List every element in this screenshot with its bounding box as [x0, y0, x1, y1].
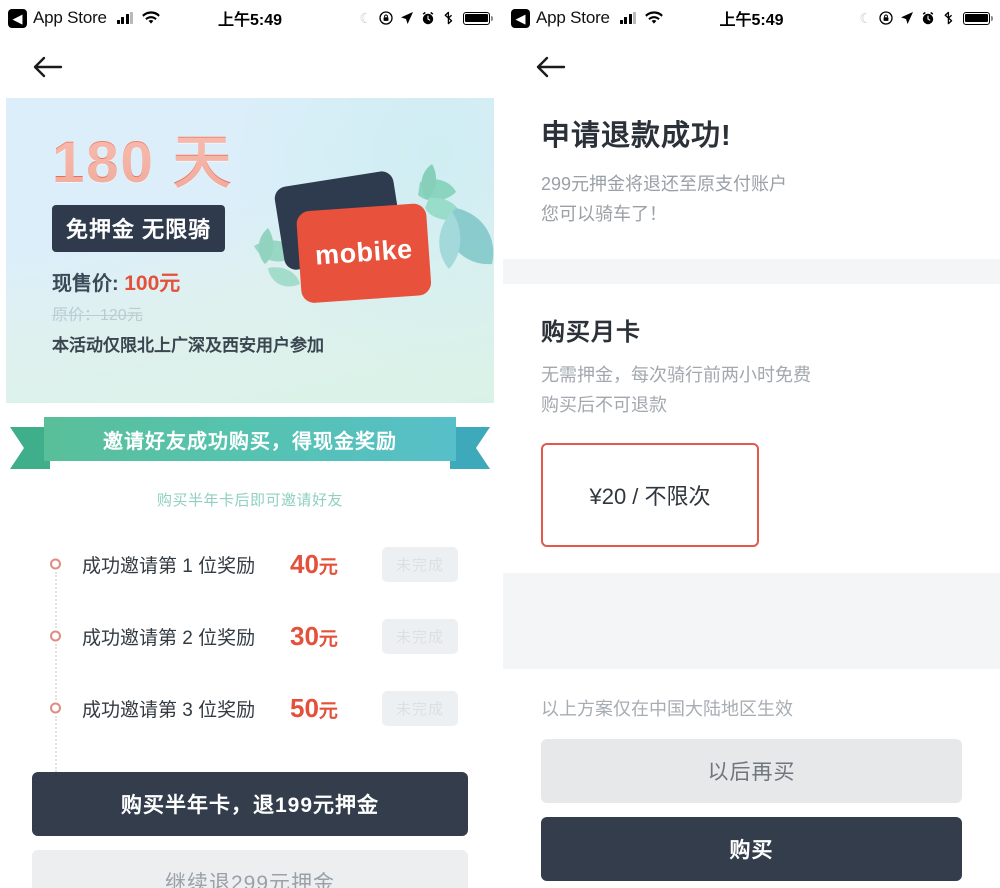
reward-amount: 50元 [290, 693, 382, 724]
timeline-marker [50, 600, 66, 700]
back-chevron-icon[interactable]: ◀ [511, 8, 530, 28]
cellular-signal-icon [619, 12, 637, 24]
banner-price-label: 现售价: [52, 273, 119, 295]
banner-days-headline: 180 天 [52, 134, 494, 192]
back-chevron-icon[interactable]: ◀ [8, 8, 27, 28]
wifi-icon [142, 11, 161, 25]
invite-ribbon-title: 邀请好友成功购买，得现金奖励 [44, 417, 456, 461]
invite-ribbon-subtitle: 购买半年卡后即可邀请好友 [156, 492, 343, 509]
continue-refund-button[interactable]: 继续退299元押金 [32, 850, 468, 888]
invite-ribbon-wrap: 邀请好友成功购买，得现金奖励 [10, 417, 490, 475]
buy-later-button[interactable]: 以后再买 [541, 738, 962, 803]
reward-label: 成功邀请第 2 位奖励 [82, 627, 256, 649]
reward-status-badge: 未完成 [382, 618, 459, 654]
rotation-lock-icon [879, 11, 893, 25]
back-arrow-icon[interactable] [30, 52, 68, 82]
monthly-card-desc-1: 无需押金，每次骑行前两小时免费 [541, 365, 811, 386]
location-arrow-icon [900, 11, 914, 25]
refund-success-section: 申请退款成功! 299元押金将退还至原支付账户 您可以骑车了！ [503, 98, 1000, 230]
reward-list: 成功邀请第 1 位奖励 40元 未完成 成功邀请第 2 位奖励 30元 未完成 [6, 528, 494, 772]
purchase-button[interactable]: 购买 [541, 816, 962, 881]
rotation-lock-icon [379, 11, 393, 25]
do-not-disturb-moon-icon: ☾ [859, 10, 872, 26]
reward-label: 成功邀请第 1 位奖励 [82, 555, 256, 577]
battery-full-icon [463, 11, 494, 25]
ribbon-tail-right-icon [450, 427, 490, 469]
alarm-clock-icon [421, 11, 435, 25]
do-not-disturb-moon-icon: ☾ [359, 10, 372, 26]
reward-amount-unit: 元 [318, 628, 338, 650]
nav-bar-left [0, 36, 500, 98]
refund-success-title: 申请退款成功! [541, 120, 732, 152]
banner-price-value: 100元 [124, 272, 181, 295]
plan-option-card[interactable]: ¥20 / 不限次 [541, 442, 759, 547]
banner-feature-badge: 免押金 无限骑 [52, 205, 226, 252]
reward-amount-value: 50 [290, 692, 319, 723]
reward-row: 成功邀请第 3 位奖励 50元 未完成 [6, 672, 494, 772]
monthly-card-description: 无需押金，每次骑行前两小时免费 购买后不可退款 [541, 361, 962, 420]
status-bar-app-name: App Store [536, 8, 610, 27]
reward-amount: 40元 [290, 549, 382, 580]
timeline-dot-icon [50, 702, 61, 714]
nav-bar-right [503, 36, 1000, 98]
timeline-dot-icon [50, 630, 61, 642]
back-arrow-icon[interactable] [533, 52, 571, 82]
status-bar-indicators: ☾ [859, 10, 994, 26]
dual-screenshot-container: ◀ App Store 上午5:49 ☾ mobike 180 天 免押金 无限… [0, 0, 1000, 888]
reward-label: 成功邀请第 3 位奖励 [82, 699, 256, 721]
banner-eligibility-note: 本活动仅限北上广深及西安用户参加 [52, 336, 324, 355]
refund-success-description: 299元押金将退还至原支付账户 您可以骑车了！ [541, 170, 962, 229]
status-bar-left: ◀ App Store 上午5:49 ☾ [0, 0, 500, 36]
banner-original-price: 原价：120元 [52, 307, 143, 324]
promo-banner: mobike 180 天 免押金 无限骑 现售价: 100元 原价：120元 本… [6, 98, 494, 403]
status-bar-back-group[interactable]: ◀ App Store [8, 8, 161, 28]
bluetooth-icon [442, 11, 456, 25]
cellular-signal-icon [116, 12, 134, 24]
reward-amount-value: 40 [290, 548, 319, 579]
left-phone-screen: ◀ App Store 上午5:49 ☾ mobike 180 天 免押金 无限… [0, 0, 500, 888]
reward-amount: 30元 [290, 621, 382, 652]
left-bottom-actions: 购买半年卡，退199元押金 继续退299元押金 [0, 758, 500, 888]
status-bar-right: ◀ App Store 上午5:49 ☾ [503, 0, 1000, 36]
reward-amount-unit: 元 [318, 700, 338, 722]
timeline-dash-line [55, 716, 57, 772]
location-arrow-icon [400, 11, 414, 25]
timeline-marker [50, 528, 66, 628]
section-divider-large [503, 572, 1000, 669]
monthly-card-desc-2: 购买后不可退款 [541, 395, 667, 416]
status-bar-back-group[interactable]: ◀ App Store [511, 8, 664, 28]
banner-text-block: 180 天 免押金 无限骑 现售价: 100元 原价：120元 本活动仅限北上广… [6, 98, 494, 356]
status-bar-app-name: App Store [33, 8, 107, 27]
alarm-clock-icon [921, 11, 935, 25]
timeline-marker [50, 672, 66, 772]
banner-current-price-row: 现售价: 100元 [52, 267, 494, 297]
refund-line-1: 299元押金将退还至原支付账户 [541, 174, 788, 194]
status-bar-indicators: ☾ [359, 10, 494, 26]
right-phone-screen: ◀ App Store 上午5:49 ☾ 申请退款成功! 299元押金将退还至原… [500, 0, 1000, 888]
invite-card: 邀请好友成功购买，得现金奖励 购买半年卡后即可邀请好友 成功邀请第 1 位奖励 … [6, 403, 494, 772]
section-divider [503, 259, 1000, 285]
monthly-card-section: 购买月卡 无需押金，每次骑行前两小时免费 购买后不可退款 ¥20 / 不限次 [503, 284, 1000, 547]
bluetooth-icon [942, 11, 956, 25]
timeline-dot-icon [50, 558, 61, 570]
battery-full-icon [963, 11, 994, 25]
reward-row: 成功邀请第 1 位奖励 40元 未完成 [6, 528, 494, 628]
monthly-card-title: 购买月卡 [541, 319, 641, 347]
refund-line-2: 您可以骑车了！ [541, 203, 667, 224]
region-note: 以上方案仅在中国大陆地区生效 [541, 698, 793, 719]
right-bottom-actions: 以后再买 购买 [503, 721, 1000, 888]
reward-status-badge: 未完成 [382, 546, 459, 582]
reward-amount-value: 30 [290, 620, 319, 651]
buy-half-year-card-button[interactable]: 购买半年卡，退199元押金 [32, 772, 468, 836]
reward-row: 成功邀请第 2 位奖励 30元 未完成 [6, 600, 494, 700]
reward-status-badge: 未完成 [382, 690, 459, 726]
reward-amount-unit: 元 [318, 556, 338, 578]
wifi-icon [645, 11, 664, 25]
